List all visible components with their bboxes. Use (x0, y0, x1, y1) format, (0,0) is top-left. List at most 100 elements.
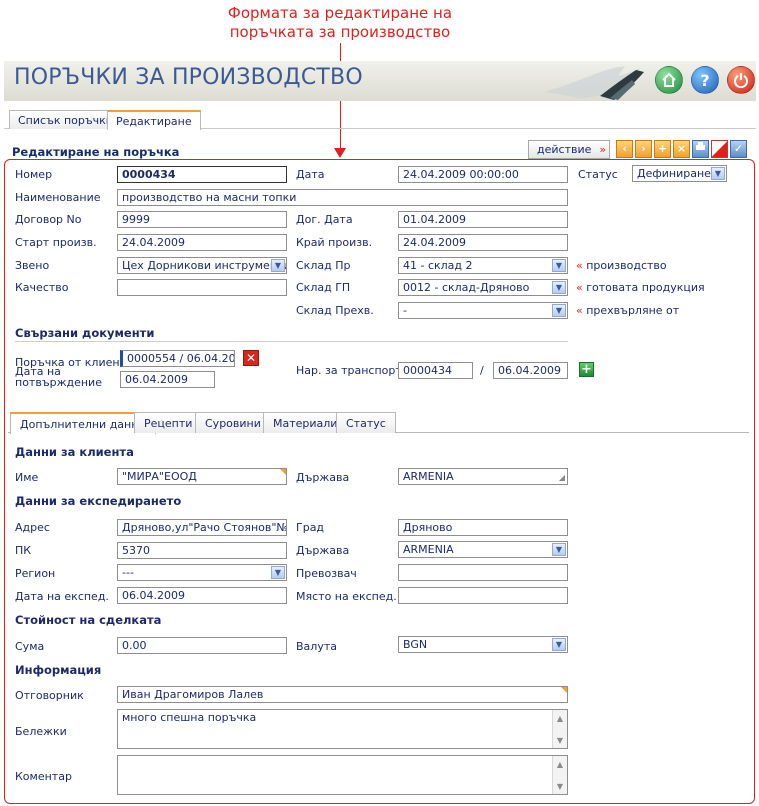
unit-select[interactable]: Цех Дорникови инструменти ▼ (117, 257, 287, 274)
warehouse-pr-hint: « производство (576, 259, 667, 272)
warehouse-gp-label: Склад ГП (296, 281, 351, 294)
quality-field[interactable] (117, 279, 287, 296)
ship-place-field[interactable] (398, 587, 568, 604)
chevron-down-icon: ▼ (711, 167, 725, 180)
confirm-date-field[interactable]: 06.04.2009 (120, 371, 215, 388)
contract-label: Договор No (15, 213, 82, 226)
start-label: Старт произв. (15, 236, 97, 249)
remove-link-icon[interactable]: ✕ (243, 350, 259, 366)
region-value: --- (122, 566, 134, 579)
tab-materials[interactable]: Материали (263, 412, 348, 433)
amount-field[interactable]: 0.00 (117, 637, 287, 654)
contract-date-label: Дог. Дата (296, 213, 353, 226)
currency-select[interactable]: BGN ▼ (398, 636, 568, 653)
add-icon[interactable]: + (654, 140, 671, 158)
related-docs-title: Свързани документи (15, 326, 155, 340)
zip-field[interactable]: 5370 (117, 542, 287, 559)
date-field[interactable]: 24.04.2009 00:00:00 (398, 166, 568, 183)
next-icon[interactable]: › (635, 140, 652, 158)
warehouse-pr-hint-text: производство (586, 259, 667, 272)
currency-label: Валута (296, 640, 337, 653)
region-select[interactable]: --- ▼ (117, 564, 287, 581)
action-button[interactable]: действие » (528, 140, 610, 159)
chevron-down-icon: ▼ (552, 259, 566, 272)
tab-order-list[interactable]: Списък поръчки (9, 110, 122, 129)
unit-value: Цех Дорникови инструменти (122, 259, 287, 272)
carrier-field[interactable] (398, 564, 568, 581)
shipping-section-title: Данни за експедирането (15, 494, 182, 508)
currency-value: BGN (403, 638, 428, 651)
shipping-country-value: ARMENIA (403, 543, 454, 556)
power-icon[interactable] (727, 66, 755, 94)
client-name-value: "МИРА"ЕООД (122, 470, 197, 483)
warehouse-tr-hint-text: прехвърляне от (586, 304, 680, 317)
tab-status[interactable]: Статус (336, 412, 396, 433)
notes-label: Бележки (15, 725, 67, 738)
number-field[interactable]: 0000434 (117, 166, 287, 183)
prev-icon[interactable]: ‹ (616, 140, 633, 158)
tab-raw-materials[interactable]: Суровини (195, 412, 271, 433)
responsible-value: Иван Драгомиров Лалев (122, 688, 264, 701)
client-order-field[interactable]: 0000554 / 06.04.2009 (120, 350, 235, 367)
contract-date-field[interactable]: 01.04.2009 (398, 211, 568, 228)
contract-field[interactable]: 9999 (117, 211, 287, 228)
scroll-down-icon[interactable]: ▼ (554, 734, 566, 746)
carrier-label: Превозвач (296, 567, 357, 580)
edit-icon[interactable] (711, 140, 728, 158)
warehouse-tr-select[interactable]: - ▼ (398, 302, 568, 319)
responsible-label: Отговорник (15, 689, 84, 702)
notes-scrollbar[interactable]: ▲ ▼ (552, 710, 567, 748)
unit-label: Звено (15, 259, 50, 272)
client-country-field[interactable]: ARMENIA ◢ (398, 468, 568, 485)
confirm-icon[interactable]: ✓ (730, 140, 747, 158)
home-icon[interactable] (655, 66, 683, 94)
comment-textarea[interactable]: ▲ ▼ (117, 755, 568, 795)
header-decoration-icon (545, 66, 644, 100)
city-field[interactable]: Дряново (398, 519, 568, 536)
warehouse-gp-select[interactable]: 0012 - склад-Дряново ▼ (398, 279, 568, 296)
warehouse-pr-select[interactable]: 41 - склад 2 ▼ (398, 257, 568, 274)
delete-icon[interactable]: × (673, 140, 690, 158)
city-label: Град (296, 521, 325, 534)
scroll-up-icon[interactable]: ▲ (554, 758, 566, 770)
ship-date-field[interactable]: 06.04.2009 (117, 587, 287, 604)
lookup-corner-icon (280, 469, 286, 475)
annotation-line-2: поръчката за производство (229, 23, 451, 41)
name-field[interactable]: производство на масни топки (117, 189, 568, 206)
address-field[interactable]: Дряново,ул"Рачо Стоянов"№28 (117, 519, 287, 536)
warehouse-gp-value: 0012 - склад-Дряново (403, 281, 530, 294)
tab-edit[interactable]: Редактиране (107, 110, 201, 130)
resize-grip-icon[interactable]: ◢ (559, 471, 565, 484)
quality-label: Качество (15, 281, 69, 294)
comment-label: Коментар (15, 770, 72, 783)
scroll-down-icon[interactable]: ▼ (554, 780, 566, 792)
responsible-field[interactable]: Иван Драгомиров Лалев (117, 686, 568, 703)
end-label: Край произв. (296, 236, 373, 249)
ship-place-label: Място на експед. (296, 590, 397, 603)
end-field[interactable]: 24.04.2009 (398, 234, 568, 251)
status-value: Дефиниране (637, 167, 711, 180)
comment-scrollbar[interactable]: ▲ ▼ (552, 756, 567, 794)
transport-number-field[interactable]: 0000434 (398, 362, 473, 379)
add-transport-icon[interactable]: + (579, 362, 594, 377)
lookup-corner-icon (561, 687, 567, 693)
help-icon[interactable]: ? (691, 66, 719, 94)
client-country-label: Държава (296, 471, 350, 484)
tab-recipes[interactable]: Рецепти (134, 412, 203, 433)
transport-date-field[interactable]: 06.04.2009 (493, 362, 568, 379)
start-field[interactable]: 24.04.2009 (117, 234, 287, 251)
page-title: ПОРЪЧКИ ЗА ПРОИЗВОДСТВО (14, 65, 363, 90)
client-country-value: ARMENIA (403, 470, 454, 483)
warehouse-tr-label: Склад Прехв. (296, 304, 374, 317)
client-name-field[interactable]: "МИРА"ЕООД (117, 468, 287, 485)
scroll-up-icon[interactable]: ▲ (554, 712, 566, 724)
annotation-text: Формата за редактиране на поръчката за п… (190, 4, 490, 42)
warehouse-pr-label: Склад Пр (296, 259, 351, 272)
status-select[interactable]: Дефиниране ▼ (632, 165, 727, 182)
name-label: Наименование (15, 191, 101, 204)
shipping-country-select[interactable]: ARMENIA ▼ (398, 541, 568, 558)
print-icon[interactable] (692, 140, 709, 158)
notes-textarea[interactable]: много спешна поръчка ▲ ▼ (117, 709, 568, 749)
warehouse-tr-value: - (403, 304, 407, 317)
chevron-down-icon: ▼ (552, 638, 566, 651)
